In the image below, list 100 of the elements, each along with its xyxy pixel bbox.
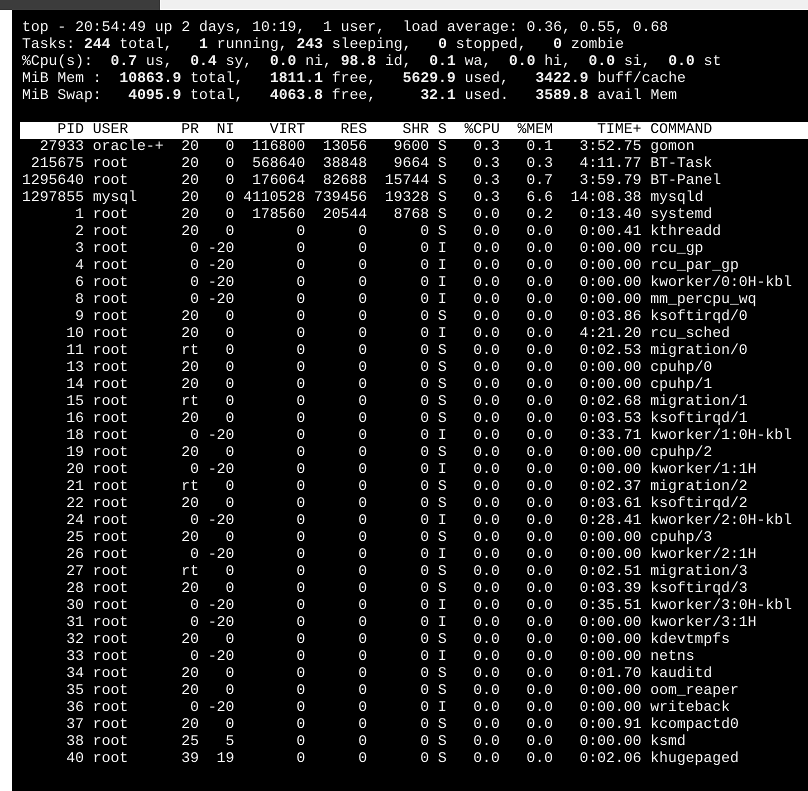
table-cell-text: 0: [295, 513, 306, 530]
table-cell-text: 0: [419, 598, 430, 615]
table-cell-text: 0: [419, 428, 430, 445]
table-cell: -20: [208, 275, 234, 292]
table-cell-text: 0.0: [472, 394, 500, 411]
table-cell: kauditd: [650, 666, 712, 683]
table-cell-text: 0: [295, 700, 306, 717]
table-cell-text: 0: [419, 547, 430, 564]
table-cell-text: 0: [224, 139, 234, 156]
table-cell-text: 0: [224, 343, 234, 360]
table-cell-text: 0.0: [472, 581, 500, 598]
table-cell-text: 0.0: [525, 564, 553, 581]
table-cell: -20: [208, 547, 234, 564]
column-header: %CPU: [463, 122, 500, 139]
table-cell-text: 0.0: [472, 377, 500, 394]
table-cell-text: 0: [224, 156, 234, 173]
table-cell-text: 20: [180, 530, 199, 547]
table-cell-text: 13: [65, 360, 84, 377]
table-cell: S: [438, 411, 447, 428]
table-cell-text: root: [92, 445, 130, 462]
table-cell-text: 0.0: [525, 496, 553, 513]
table-cell-text: 20: [180, 445, 199, 462]
table-cell-text: 34: [65, 666, 84, 683]
table-cell: S: [438, 445, 447, 462]
table-cell-text: 18: [65, 428, 84, 445]
table-cell-text: 0: [224, 581, 234, 598]
table-cell-text: 0: [357, 224, 368, 241]
table-cell: rcu_gp: [650, 241, 704, 258]
table-cell-text: 20: [180, 190, 199, 207]
table-cell: migration/0: [650, 343, 748, 360]
table-cell-text: 0: [419, 241, 430, 258]
table-cell: S: [438, 479, 447, 496]
table-cell: S: [438, 173, 447, 190]
table-cell-text: 0:00.00: [578, 530, 642, 547]
table-cell-text: 0: [224, 632, 234, 649]
table-cell-text: 178560: [251, 207, 306, 224]
table-cell-text: 25: [65, 530, 84, 547]
table-cell-text: 21: [65, 479, 84, 496]
table-cell-text: 2: [74, 224, 84, 241]
table-cell: mysqld: [650, 190, 704, 207]
table-cell-text: 0.0: [525, 666, 553, 683]
table-cell-text: 0.0: [472, 751, 500, 768]
table-cell-text: 0.0: [525, 360, 553, 377]
table-cell: S: [438, 632, 447, 649]
table-cell-text: 0: [419, 462, 430, 479]
table-cell-text: 0:03.39: [578, 581, 642, 598]
table-cell-text: root: [92, 564, 130, 581]
table-cell: ksoftirqd/1: [650, 411, 748, 428]
table-cell-text: 0: [224, 683, 234, 700]
table-cell-text: 0: [419, 564, 430, 581]
table-cell-text: 14:08.38: [570, 190, 642, 207]
table-cell-text: 0:00.00: [578, 462, 642, 479]
table-cell-text: 0.0: [525, 547, 553, 564]
table-cell-text: 20: [180, 156, 199, 173]
table-cell-text: 0: [357, 326, 368, 343]
table-cell-text: 4:21.20: [578, 326, 642, 343]
table-cell-text: 0:00.41: [578, 224, 642, 241]
table-cell-text: 0.0: [472, 241, 500, 258]
table-cell-text: 22: [65, 496, 84, 513]
table-cell-text: 0.0: [472, 292, 500, 309]
table-cell: cpuhp/3: [650, 530, 712, 547]
table-cell: ksoftirqd/2: [650, 496, 748, 513]
table-cell-text: 0:00.00: [578, 445, 642, 462]
table-cell: I: [438, 615, 447, 632]
table-cell-text: 0: [295, 292, 306, 309]
table-cell-text: root: [92, 751, 130, 768]
table-cell-text: 0:00.00: [578, 258, 642, 275]
table-cell-text: 0: [357, 241, 368, 258]
table-cell-text: 0: [419, 360, 430, 377]
table-cell: migration/1: [650, 394, 748, 411]
table-cell: S: [438, 530, 447, 547]
table-cell-text: 0: [295, 275, 306, 292]
table-cell-text: 0: [295, 564, 306, 581]
table-cell-text: 32: [65, 632, 84, 649]
table-cell: -20: [208, 649, 234, 666]
table-cell-text: 0:02.06: [578, 751, 642, 768]
table-cell-text: 0.0: [525, 275, 553, 292]
table-cell-text: 30: [65, 598, 84, 615]
table-cell: S: [438, 717, 447, 734]
table-cell-text: 24: [65, 513, 84, 530]
table-cell-text: 0.0: [472, 530, 500, 547]
column-header: RES: [340, 122, 368, 139]
table-cell-text: 0: [189, 258, 199, 275]
table-cell: -20: [208, 598, 234, 615]
table-cell-text: 0: [419, 309, 430, 326]
table-cell-text: 0: [295, 496, 306, 513]
table-cell: 1295640: [22, 173, 84, 190]
table-cell-text: 0: [357, 360, 368, 377]
table-cell-text: 39: [180, 751, 199, 768]
table-cell: I: [438, 258, 447, 275]
table-cell-text: 0.0: [525, 513, 553, 530]
table-cell-text: rt: [180, 564, 199, 581]
table-cell-text: root: [92, 496, 130, 513]
table-cell: mm_percpu_wq: [650, 292, 757, 309]
table-cell-text: 0:00.00: [578, 292, 642, 309]
table-cell-text: 0.0: [525, 428, 553, 445]
table-cell-text: 0.0: [525, 479, 553, 496]
table-cell-text: 0: [295, 394, 306, 411]
table-cell-text: 5: [224, 734, 234, 751]
table-cell-text: 9: [74, 309, 84, 326]
